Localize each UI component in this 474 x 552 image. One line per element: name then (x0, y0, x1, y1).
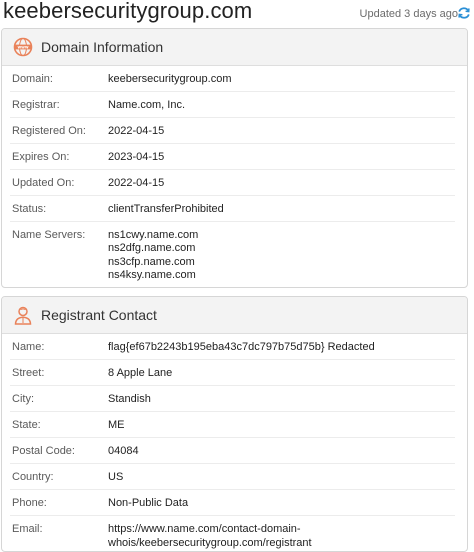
contact-row-city: City: Standish (10, 386, 455, 412)
info-row-status: Status: clientTransferProhibited (10, 196, 455, 222)
name-server: ns1cwy.name.com (108, 229, 199, 241)
email-line: https://www.name.com/contact-domain- (108, 523, 301, 535)
info-row-domain: Domain: keebersecuritygroup.com (10, 66, 455, 92)
info-row-registrar: Registrar: Name.com, Inc. (10, 92, 455, 118)
row-value: keebersecuritygroup.com (108, 73, 232, 85)
row-value: 2023-04-15 (108, 151, 165, 163)
refresh-icon[interactable] (457, 6, 471, 20)
info-row-expires-on: Expires On: 2023-04-15 (10, 144, 455, 170)
name-server: ns3cfp.name.com (108, 255, 195, 268)
top-bar: keebersecuritygroup.com Updated 3 days a… (0, 0, 474, 28)
panel-title: Registrant Contact (41, 307, 157, 323)
row-value: clientTransferProhibited (108, 203, 224, 215)
row-value: ME (108, 419, 125, 431)
row-value: Name.com, Inc. (108, 99, 186, 111)
contact-row-state: State: ME (10, 412, 455, 438)
contact-row-street: Street: 8 Apple Lane (10, 360, 455, 386)
row-value: Non-Public Data (108, 497, 189, 509)
row-value: US (108, 471, 124, 483)
row-value: 2022-04-15 (108, 125, 165, 137)
contact-row-postal-code: Postal Code: 04084 (10, 438, 455, 464)
row-label: Status: (12, 203, 47, 215)
contact-row-phone: Phone: Non-Public Data (10, 490, 455, 516)
row-label: Street: (12, 367, 45, 379)
panel-header: Registrant Contact (2, 297, 467, 334)
contact-row-email: Email: https://www.name.com/contact-doma… (10, 516, 455, 551)
row-label: Country: (12, 471, 54, 483)
row-label: Registrar: (12, 99, 60, 111)
row-value: flag{ef67b2243b195eba43c7dc797b75d75b} R… (108, 341, 375, 353)
www-globe-icon: www (13, 37, 33, 57)
row-value: 2022-04-15 (108, 177, 165, 189)
name-server: ns4ksy.name.com (108, 268, 196, 281)
panel-title: Domain Information (41, 39, 164, 55)
domain-title: keebersecuritygroup.com (3, 0, 253, 23)
row-label: State: (12, 419, 41, 431)
contact-row-name: Name: flag{ef67b2243b195eba43c7dc797b75d… (10, 334, 455, 360)
email-line: whois/keebersecuritygroup.com/registrant (108, 536, 312, 549)
domain-information-panel: www Domain Information Domain: keebersec… (1, 28, 468, 288)
row-label: Postal Code: (12, 445, 75, 457)
row-label: Phone: (12, 497, 47, 509)
svg-text:www: www (17, 44, 28, 49)
info-row-registered-on: Registered On: 2022-04-15 (10, 118, 455, 144)
row-value: Standish (108, 393, 151, 405)
row-value: 04084 (108, 445, 139, 457)
row-label: Expires On: (12, 151, 70, 163)
row-label: Name: (12, 341, 45, 353)
row-value: 8 Apple Lane (108, 367, 173, 379)
row-label: Domain: (12, 73, 53, 85)
person-icon (14, 306, 32, 325)
row-label: Registered On: (12, 125, 86, 137)
registrant-contact-panel: Registrant Contact Name: flag{ef67b2243b… (1, 296, 468, 552)
name-server: ns2dfg.name.com (108, 242, 196, 255)
row-label: City: (12, 393, 34, 405)
row-label: Email: (12, 523, 43, 535)
info-row-name-servers: Name Servers: ns1cwy.name.com ns2dfg.nam… (10, 222, 455, 287)
row-label: Name Servers: (12, 229, 86, 241)
info-row-updated-on: Updated On: 2022-04-15 (10, 170, 455, 196)
email-value: https://www.name.com/contact-domain- who… (108, 516, 455, 550)
updated-text: Updated 3 days ago (359, 8, 458, 20)
row-label: Updated On: (12, 177, 75, 189)
name-servers-list: ns1cwy.name.com ns2dfg.name.com ns3cfp.n… (108, 222, 455, 282)
panel-header: www Domain Information (2, 29, 467, 66)
contact-row-country: Country: US (10, 464, 455, 490)
